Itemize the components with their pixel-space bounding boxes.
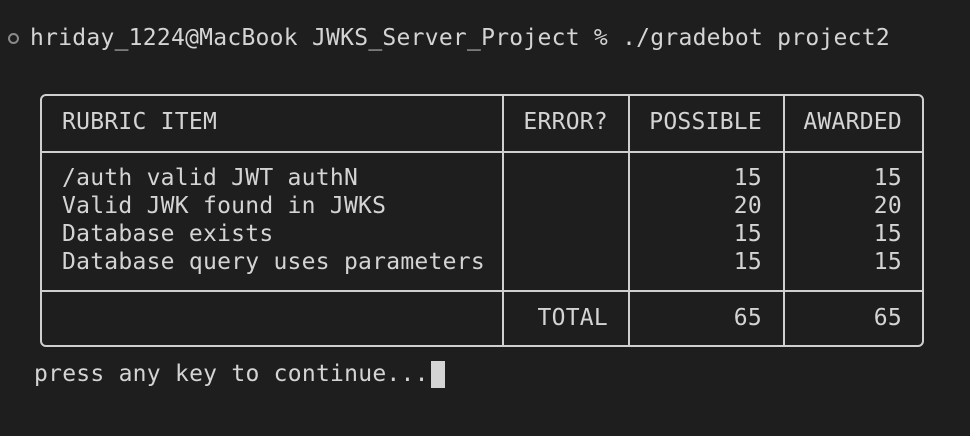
row-divider — [42, 151, 922, 153]
rubric-item-possible: 20 — [733, 193, 762, 219]
row-divider — [42, 290, 922, 292]
rubric-item-possible: 15 — [733, 249, 762, 275]
command-prompt: hriday_1224@MacBook JWKS_Server_Project … — [30, 25, 890, 51]
rubric-item-label: Database exists — [62, 221, 274, 247]
rubric-item-awarded: 15 — [873, 249, 902, 275]
rubric-item-label: /auth valid JWT authN — [62, 165, 359, 191]
status-circle-icon — [8, 32, 19, 44]
text-cursor — [430, 360, 445, 388]
rubric-item-awarded: 20 — [873, 193, 902, 219]
rubric-item-label: Valid JWK found in JWKS — [62, 193, 387, 219]
total-label: TOTAL — [537, 305, 608, 331]
header-awarded: AWARDED — [803, 109, 902, 135]
rubric-item-awarded: 15 — [873, 165, 902, 191]
rubric-item-possible: 15 — [733, 165, 762, 191]
rubric-item-possible: 15 — [733, 221, 762, 247]
rubric-table: RUBRIC ITEM ERROR? POSSIBLE AWARDED /aut… — [40, 94, 924, 347]
header-error: ERROR? — [523, 109, 608, 135]
total-possible: 65 — [733, 305, 762, 331]
continue-prompt[interactable]: press any key to continue... — [34, 360, 445, 388]
prompt-line: hriday_1224@MacBook JWKS_Server_Project … — [0, 22, 890, 54]
continue-message: press any key to continue... — [34, 361, 429, 387]
header-possible: POSSIBLE — [649, 109, 762, 135]
total-awarded: 65 — [873, 305, 902, 331]
header-rubric-item: RUBRIC ITEM — [62, 109, 218, 135]
rubric-item-label: Database query uses parameters — [62, 249, 485, 275]
rubric-item-awarded: 15 — [873, 221, 902, 247]
